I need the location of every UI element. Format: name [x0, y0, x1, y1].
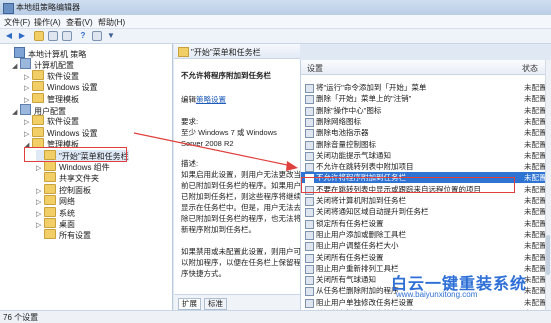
status-bar: 76 个设置 — [0, 310, 551, 323]
status-text: 76 个设置 — [3, 313, 39, 322]
watermark-url: www.baiyunxitong.com — [396, 290, 478, 299]
